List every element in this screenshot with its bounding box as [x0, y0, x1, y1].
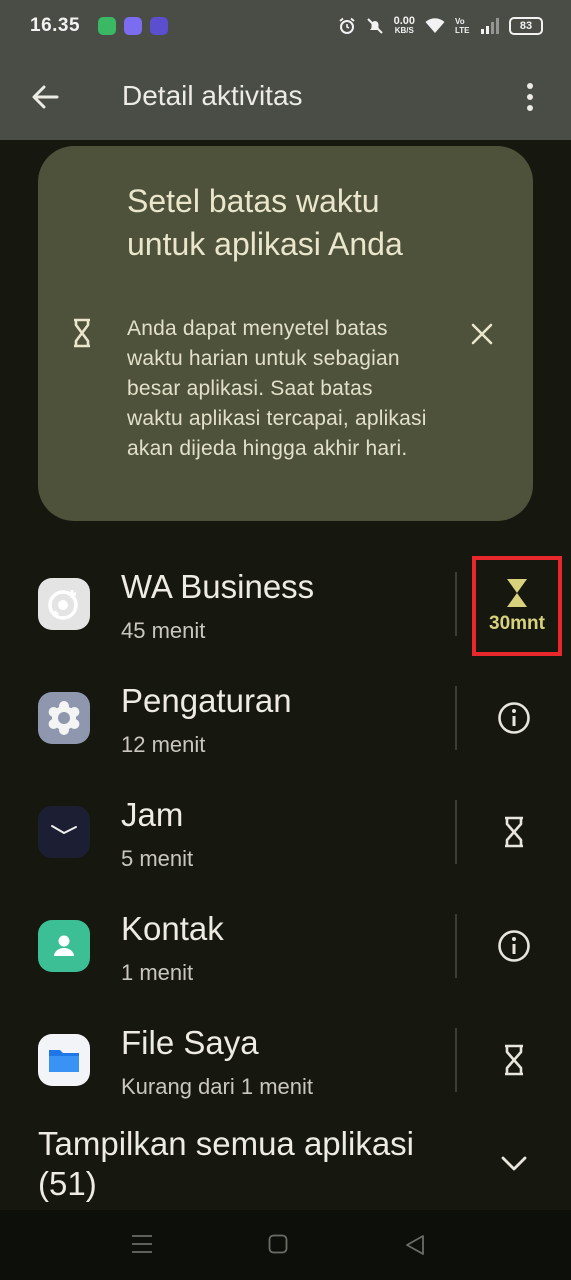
more-vert-icon [527, 83, 533, 89]
home-icon[interactable] [268, 1234, 288, 1254]
divider [455, 914, 457, 978]
app-name: Kontak [121, 910, 224, 947]
app-usage-time: 12 menit [121, 732, 206, 757]
hourglass-icon [74, 318, 90, 348]
game-app-icon [150, 17, 169, 35]
show-all-apps-button[interactable]: Tampilkan semua aplikasi (51) [38, 1124, 468, 1204]
app-bar: Detail aktivitas [0, 52, 571, 140]
close-icon[interactable] [468, 320, 496, 348]
list-item[interactable]: Jam 5 menit [0, 776, 571, 886]
sim-toolkit-icon [98, 17, 117, 35]
divider [455, 800, 457, 864]
cloud-app-icon [124, 17, 143, 35]
contacts-app-icon [38, 920, 90, 972]
app-name: Pengaturan [121, 682, 292, 719]
signal-icon [481, 18, 499, 34]
alarm-icon [339, 17, 355, 34]
wifi-icon [425, 18, 445, 33]
app-timer-limit: 30mnt [489, 613, 545, 634]
hourglass-icon [507, 579, 527, 607]
more-options-button[interactable] [518, 80, 542, 114]
system-navigation-bar [0, 1210, 571, 1280]
app-name: File Saya [121, 1024, 259, 1061]
wa-business-app-icon [38, 578, 90, 630]
app-timer-button[interactable] [486, 804, 542, 860]
status-bar: 16.35 0.00 KB/S Vo LTE 83 [0, 0, 571, 52]
tip-body: Anda dapat menyetel batas waktu harian u… [127, 317, 427, 460]
app-usage-time: 45 menit [121, 618, 206, 643]
arrow-left-icon [32, 85, 59, 109]
app-info-button[interactable] [486, 918, 542, 974]
status-time: 16.35 [30, 15, 81, 36]
hourglass-icon [505, 1044, 523, 1076]
app-timer-tip-card: Setel batas waktu untuk aplikasi Anda An… [38, 146, 533, 521]
battery-icon: 83 [509, 17, 543, 35]
app-info-button[interactable] [486, 690, 542, 746]
divider [455, 686, 457, 750]
divider [455, 572, 457, 636]
page-title: Detail aktivitas [122, 80, 303, 111]
notification-icons [98, 17, 169, 35]
app-name: Jam [121, 796, 184, 833]
list-item[interactable]: Pengaturan 12 menit [0, 662, 571, 772]
files-app-icon [38, 1034, 90, 1086]
back-triangle-icon[interactable] [404, 1234, 426, 1256]
app-usage-time: 1 menit [121, 960, 194, 985]
app-usage-time: Kurang dari 1 menit [121, 1074, 313, 1099]
status-icons: 0.00 KB/S Vo LTE 83 [338, 16, 543, 36]
divider [455, 1028, 457, 1092]
volte-icon: Vo LTE [455, 17, 470, 35]
info-icon [498, 702, 530, 734]
mute-icon [366, 18, 383, 34]
list-item[interactable]: Kontak 1 menit [0, 890, 571, 1000]
recents-menu-icon[interactable] [131, 1234, 153, 1254]
hourglass-icon [505, 816, 523, 848]
network-speed: 0.00 KB/S [393, 15, 415, 36]
back-button[interactable] [28, 80, 62, 114]
app-name: WA Business [121, 568, 315, 605]
clock-app-icon [38, 806, 90, 858]
app-timer-button[interactable] [486, 1032, 542, 1088]
tip-title: Setel batas waktu untuk aplikasi Anda [127, 183, 403, 262]
list-item[interactable]: File Saya Kurang dari 1 menit [0, 1004, 571, 1114]
settings-app-icon [38, 692, 90, 744]
chevron-down-icon[interactable] [496, 1146, 532, 1182]
app-timer-button[interactable]: 30mnt [472, 556, 562, 656]
info-icon [498, 930, 530, 962]
app-usage-time: 5 menit [121, 846, 194, 871]
